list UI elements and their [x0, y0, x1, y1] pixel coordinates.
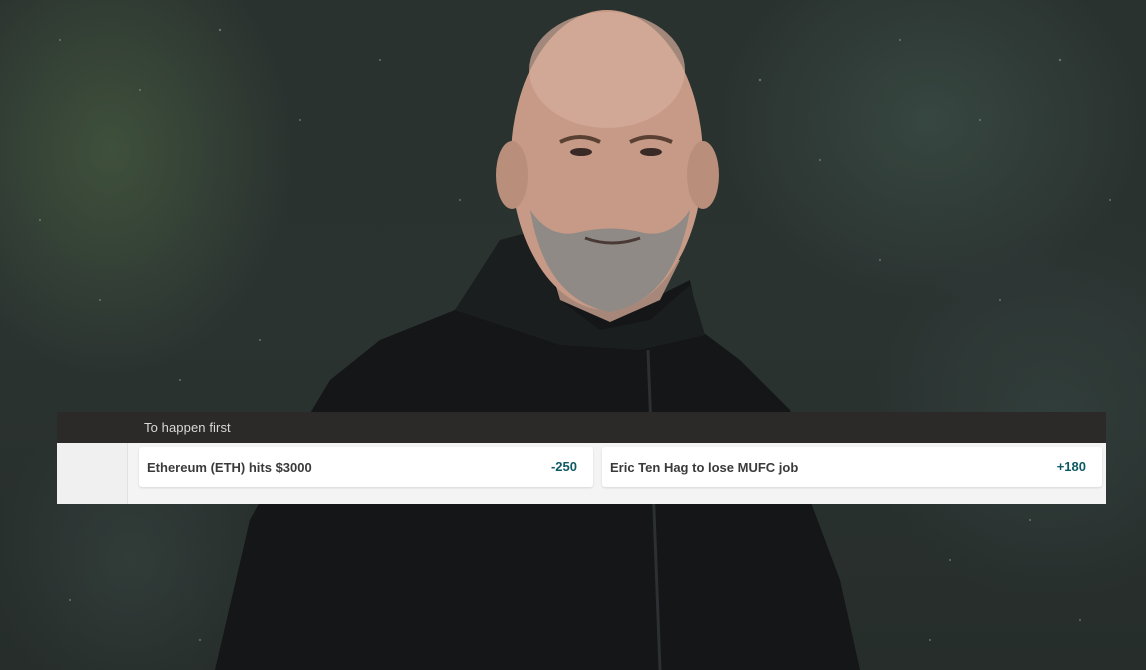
selection-odds: -250 [550, 459, 577, 474]
betting-market-panel: To happen first Ethereum (ETH) hits $300… [57, 412, 1106, 504]
left-eye [570, 148, 592, 156]
selection-odds: +180 [1056, 459, 1086, 474]
market-gutter [57, 443, 128, 504]
right-eye [640, 148, 662, 156]
left-ear [496, 141, 528, 209]
selection-ethereum[interactable]: Ethereum (ETH) hits $3000 -250 [139, 447, 593, 487]
selection-label: Ethereum (ETH) hits $3000 [147, 460, 312, 475]
right-ear [687, 141, 719, 209]
market-header: To happen first [57, 412, 1106, 443]
selection-ten-hag[interactable]: Eric Ten Hag to lose MUFC job +180 [602, 447, 1102, 487]
market-title: To happen first [144, 420, 231, 435]
selection-label: Eric Ten Hag to lose MUFC job [610, 460, 799, 475]
man-portrait-image [39, 10, 1111, 670]
market-body: Ethereum (ETH) hits $3000 -250 Eric Ten … [57, 443, 1106, 504]
scalp-highlight [529, 12, 685, 128]
